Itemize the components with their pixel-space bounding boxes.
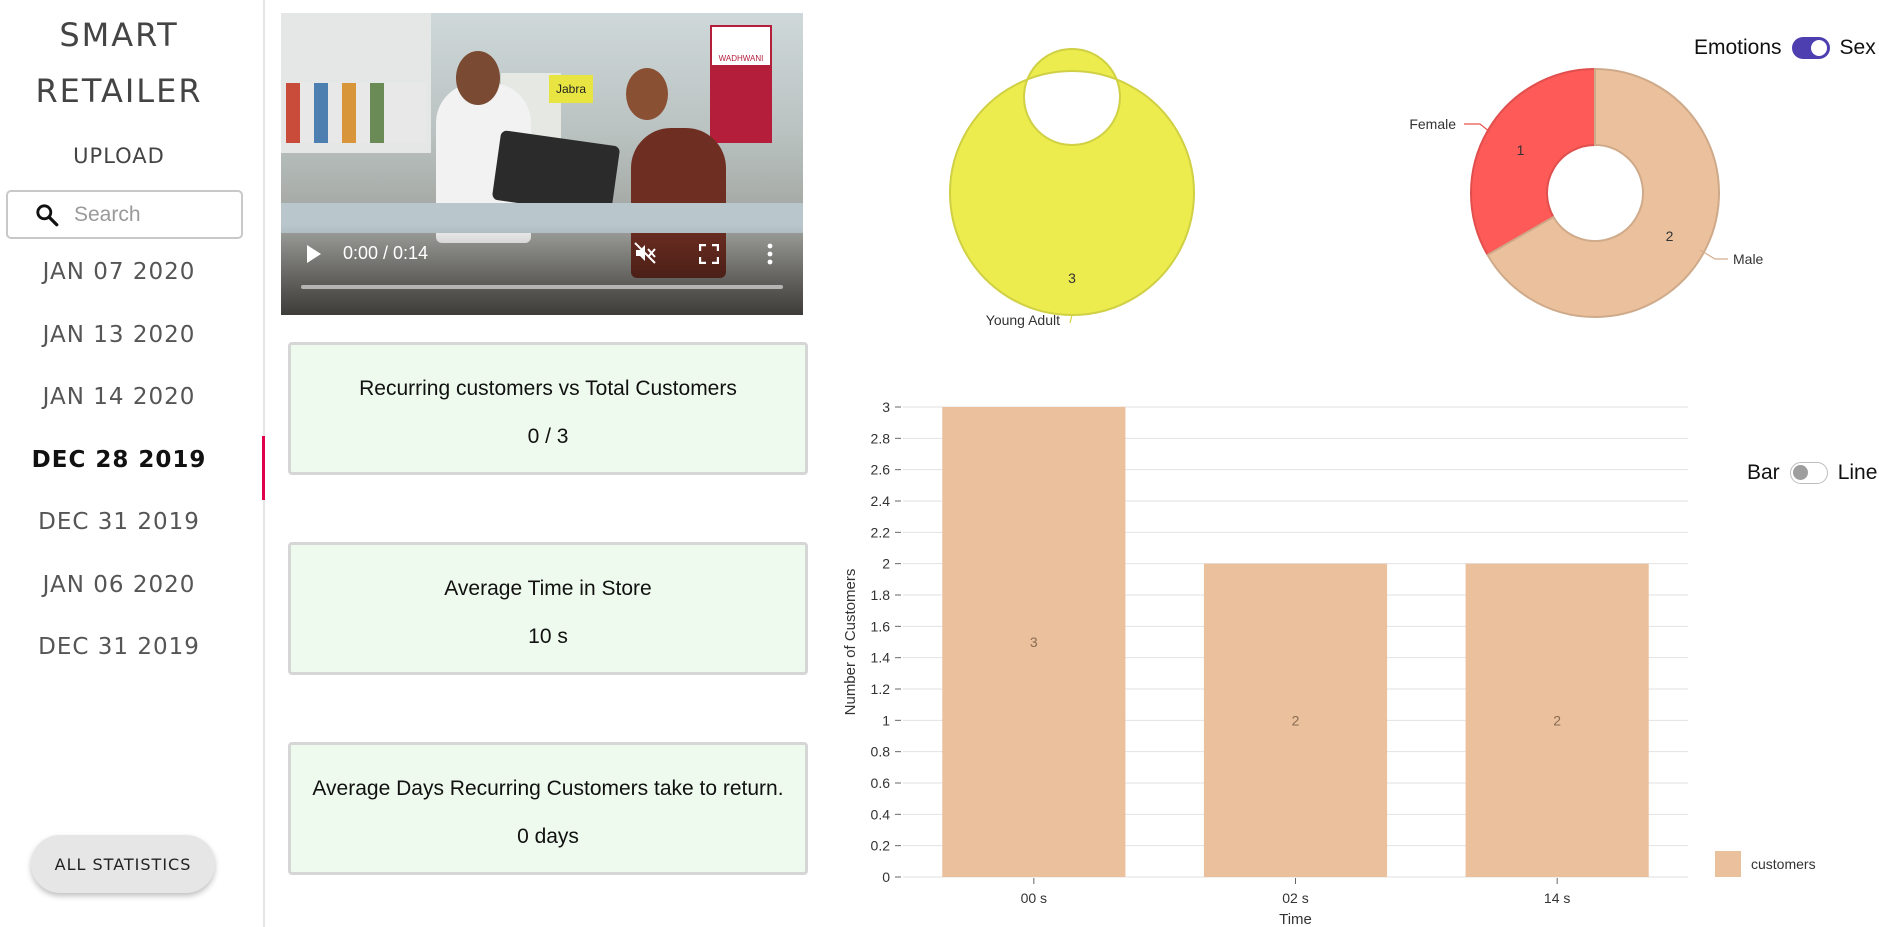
legend-swatch <box>1715 851 1741 877</box>
date-item[interactable]: JAN 14 2020 <box>0 375 238 438</box>
person-head <box>456 51 500 105</box>
video-player[interactable]: Jabra WADHWANI 0:00 / 0:14 <box>281 13 803 315</box>
emotions-sex-toggle: Emotions Sex <box>1694 36 1876 60</box>
emotions-label: Emotions <box>1694 36 1782 59</box>
y-tick-label: 1.4 <box>871 650 891 666</box>
y-tick-label: 2.2 <box>871 524 891 540</box>
average-return-days-card: Average Days Recurring Customers take to… <box>288 742 808 875</box>
y-tick-label: 1.8 <box>871 587 891 603</box>
bar-line-toggle: Bar Line <box>1747 461 1877 485</box>
pie-label-leader <box>1464 123 1491 133</box>
search-box <box>6 190 243 239</box>
date-item[interactable]: DEC 31 2019 <box>0 500 238 563</box>
bar-label: Bar <box>1747 461 1780 484</box>
date-item[interactable]: JAN 13 2020 <box>0 313 238 376</box>
bar-value-label: 2 <box>1553 712 1561 728</box>
recurring-vs-total-card: Recurring customers vs Total Customers 0… <box>288 342 808 475</box>
pie-slice-label: Female <box>1409 116 1456 132</box>
pie-slice <box>948 48 1195 316</box>
y-tick-label: 0.8 <box>871 744 891 760</box>
switch-knob <box>1792 465 1808 480</box>
upload-button[interactable]: UPLOAD <box>0 144 238 168</box>
pie-label-leader <box>1699 249 1728 260</box>
pie-value-label: 1 <box>1517 142 1525 158</box>
play-icon[interactable] <box>305 244 323 264</box>
y-tick-label: 3 <box>882 399 890 415</box>
y-tick-label: 2.4 <box>871 493 891 509</box>
y-tick-label: 2 <box>882 556 890 572</box>
card-title: Recurring customers vs Total Customers <box>359 377 737 400</box>
pie-slice-label: Male <box>1733 251 1764 267</box>
search-icon <box>36 203 59 226</box>
pie-value-label: 3 <box>1068 270 1076 286</box>
card-title: Average Days Recurring Customers take to… <box>312 777 784 800</box>
bar-value-label: 3 <box>1030 634 1038 650</box>
x-tick-label: 02 s <box>1282 890 1308 906</box>
store-sign: Jabra <box>549 75 593 103</box>
brand-banner: WADHWANI <box>710 25 772 143</box>
bar-line-switch[interactable] <box>1789 462 1828 484</box>
pie-slice <box>1469 67 1596 257</box>
brand-title-line1: SMART <box>59 16 179 54</box>
date-item[interactable]: JAN 06 2020 <box>0 563 238 626</box>
y-tick-label: 0.2 <box>871 838 891 854</box>
brand-title-line2: RETAILER <box>35 72 203 110</box>
pie-slice <box>1486 67 1720 318</box>
date-item[interactable]: DEC 28 2019 <box>0 435 265 501</box>
x-tick-label: 00 s <box>1021 890 1047 906</box>
sex-label: Sex <box>1839 36 1876 59</box>
mute-icon[interactable] <box>633 241 657 265</box>
bar <box>1203 563 1388 877</box>
all-statistics-button[interactable]: ALL STATISTICS <box>31 835 215 893</box>
bar <box>942 407 1126 877</box>
line-label: Line <box>1837 461 1878 484</box>
y-tick-label: 1.6 <box>871 618 891 634</box>
y-axis-label: Number of Customers <box>842 569 859 716</box>
date-item[interactable]: DEC 31 2019 <box>0 625 238 688</box>
pie-value-label: 2 <box>1666 228 1674 244</box>
sidebar: SMART RETAILER UPLOAD JAN 07 2020JAN 13 … <box>0 0 265 927</box>
card-value: 10 s <box>528 625 568 648</box>
person-head <box>626 68 668 120</box>
shelf-products <box>286 83 426 143</box>
brand-banner-text: WADHWANI <box>712 27 770 65</box>
bar-value-label: 2 <box>1292 712 1300 728</box>
more-options-icon[interactable] <box>767 243 773 265</box>
store-sign-text: Jabra <box>555 82 587 96</box>
x-tick-label: 14 s <box>1544 890 1570 906</box>
y-tick-label: 2.8 <box>871 430 891 446</box>
x-axis-label: Time <box>1279 911 1312 927</box>
emotions-sex-switch[interactable] <box>1791 37 1830 59</box>
bar <box>1465 563 1649 877</box>
card-title: Average Time in Store <box>444 577 652 600</box>
card-value: 0 days <box>517 825 579 848</box>
y-tick-label: 1 <box>882 712 890 728</box>
video-progress-bar[interactable] <box>301 285 783 289</box>
video-time: 0:00 / 0:14 <box>343 243 429 263</box>
date-item[interactable]: JAN 07 2020 <box>0 250 238 313</box>
y-tick-label: 1.2 <box>871 681 891 697</box>
fullscreen-icon[interactable] <box>699 244 719 264</box>
y-tick-label: 0.4 <box>871 806 891 822</box>
pie-slice-label: Young Adult <box>986 312 1060 328</box>
switch-knob <box>1810 40 1827 56</box>
average-time-card: Average Time in Store 10 s <box>288 542 808 675</box>
y-tick-label: 0.6 <box>871 775 891 791</box>
search-input[interactable] <box>74 202 224 227</box>
card-value: 0 / 3 <box>527 425 569 448</box>
y-tick-label: 0 <box>882 869 890 885</box>
legend-label: customers <box>1751 856 1816 872</box>
video-controls <box>281 225 803 315</box>
date-list: JAN 07 2020 JAN 13 2020 JAN 14 2020 DEC 28 … <box>0 250 265 688</box>
y-tick-label: 2.6 <box>871 462 891 478</box>
pie-label-leader <box>1069 314 1073 324</box>
